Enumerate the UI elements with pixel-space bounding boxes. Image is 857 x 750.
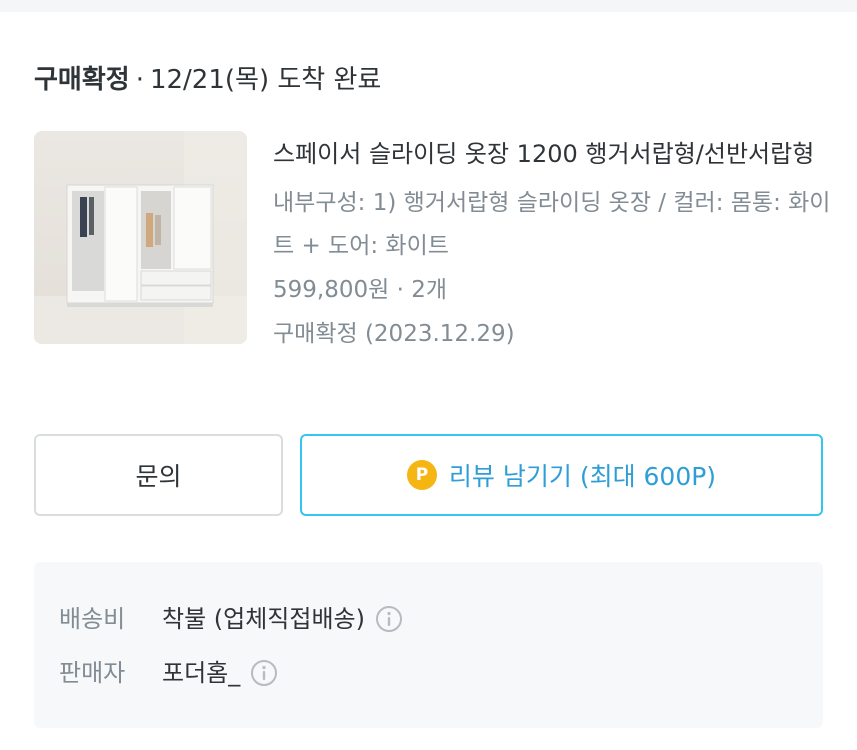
seller-label: 판매자 [59,659,126,687]
product-title[interactable]: 스페이서 슬라이딩 옷장 1200 행거서랍형/선반서랍형 [273,133,833,175]
info-circle-icon[interactable] [250,659,278,687]
wardrobe-image [34,131,247,344]
product-info: 스페이서 슬라이딩 옷장 1200 행거서랍형/선반서랍형 내부구성: 1) 행… [273,133,833,356]
seller-info-box: 배송비 착불 (업체직접배송) 판매자 포더홈_ [34,562,823,728]
point-coin-icon: P [406,460,437,490]
info-circle-icon[interactable] [375,605,403,633]
shipping-fee-value: 착불 (업체직접배송) [162,605,365,633]
write-review-label: 리뷰 남기기 (최대 600P) [448,462,717,491]
write-review-button[interactable]: P 리뷰 남기기 (최대 600P) [300,434,823,516]
inquiry-label: 문의 [135,462,182,491]
price-quantity: 599,800원 · 2개 [273,277,447,303]
arrival-text: 12/21(목) 도착 완료 [149,65,382,95]
status-separator: · [135,65,144,95]
shipping-fee-row: 배송비 착불 (업체직접배송) [59,602,403,636]
product-thumbnail[interactable] [34,131,247,344]
product-options: 내부구성: 1) 행거서랍형 슬라이딩 옷장 / 컬러: 몸통: 화이트 + 도… [273,190,831,259]
inquiry-button[interactable]: 문의 [34,434,283,516]
order-status: 구매확정 [34,65,130,95]
order-status-line: 구매확정 · 12/21(목) 도착 완료 [34,60,381,100]
seller-name[interactable]: 포더홈_ [162,656,240,690]
seller-row: 판매자 포더홈_ [59,656,278,690]
top-divider-band [0,0,857,12]
shipping-fee-label: 배송비 [59,605,126,633]
purchase-confirmed-date: 구매확정 (2023.12.29) [273,321,515,347]
